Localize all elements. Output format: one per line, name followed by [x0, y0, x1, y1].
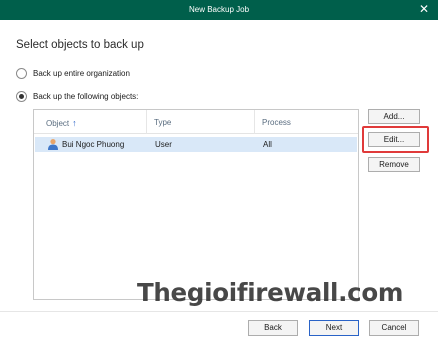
- column-header-process[interactable]: Process: [262, 118, 291, 127]
- column-header-object-label: Object: [46, 119, 70, 128]
- add-button[interactable]: Add...: [368, 109, 420, 124]
- window-title: New Backup Job: [188, 5, 250, 14]
- cancel-button[interactable]: Cancel: [369, 320, 419, 336]
- footer-divider: [0, 311, 438, 312]
- radio-label-following-objects: Back up the following objects:: [33, 92, 139, 101]
- next-button[interactable]: Next: [309, 320, 359, 336]
- table-row[interactable]: Bui Ngoc Phuong User All: [35, 137, 357, 152]
- edit-button[interactable]: Edit...: [368, 132, 420, 147]
- radio-label-entire-organization: Back up entire organization: [33, 69, 130, 78]
- radio-button-checked[interactable]: [16, 91, 27, 102]
- cell-process: All: [263, 140, 272, 149]
- grid-header: Object ↑ Type Process: [34, 110, 358, 134]
- watermark-text: Thegioifirewall.com: [137, 278, 404, 307]
- objects-grid[interactable]: Object ↑ Type Process Bui Ngoc Phuong Use…: [33, 109, 359, 300]
- radio-button-unchecked[interactable]: [16, 68, 27, 79]
- remove-button[interactable]: Remove: [368, 157, 420, 172]
- user-icon: [48, 139, 58, 150]
- back-button[interactable]: Back: [248, 320, 298, 336]
- column-divider[interactable]: [146, 110, 147, 134]
- cell-object: Bui Ngoc Phuong: [62, 140, 125, 149]
- cell-type: User: [155, 140, 172, 149]
- close-icon[interactable]: ✕: [419, 3, 429, 16]
- column-header-object[interactable]: Object ↑: [46, 118, 77, 128]
- page-heading: Select objects to back up: [16, 39, 144, 51]
- column-divider[interactable]: [254, 110, 255, 134]
- sort-ascending-icon: ↑: [72, 118, 77, 128]
- title-bar: New Backup Job ✕: [0, 0, 438, 20]
- radio-entire-organization[interactable]: Back up entire organization: [16, 68, 130, 79]
- column-header-type[interactable]: Type: [154, 118, 171, 127]
- radio-following-objects[interactable]: Back up the following objects:: [16, 91, 138, 102]
